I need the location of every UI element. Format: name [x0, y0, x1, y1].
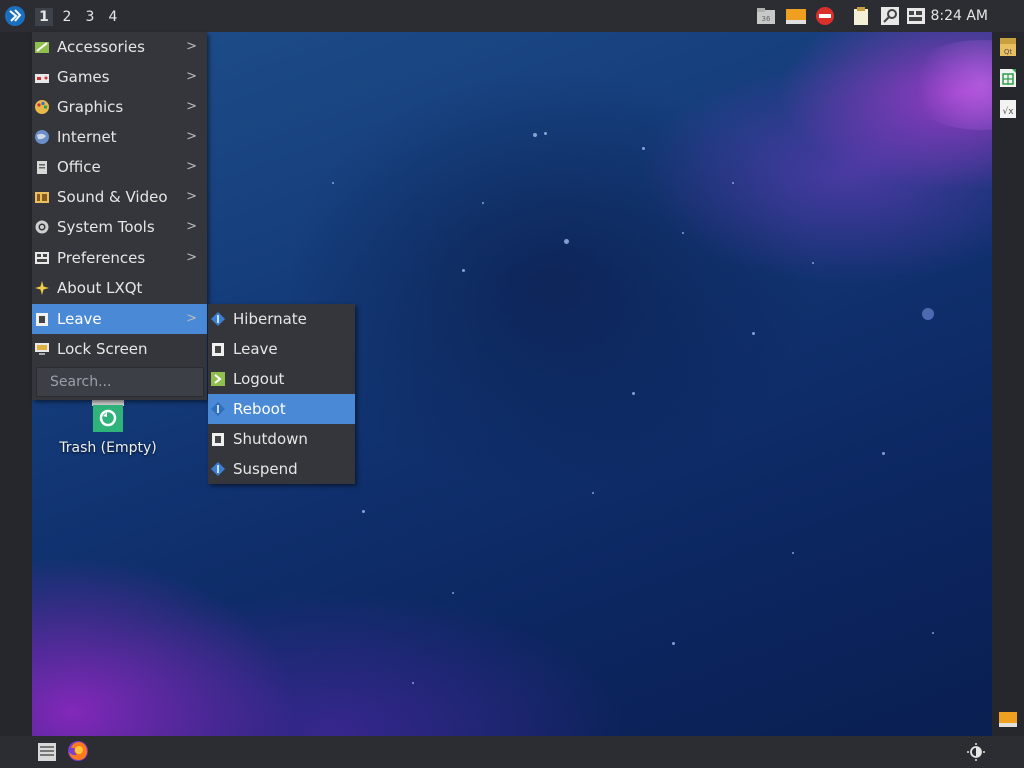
shutdown-icon — [212, 433, 224, 446]
chevron-right-icon: > — [186, 311, 197, 326]
menu-search-input[interactable]: Search... — [36, 367, 204, 397]
about-icon — [35, 281, 49, 295]
trash-label: Trash (Empty) — [59, 440, 157, 456]
graphics-icon — [35, 100, 49, 114]
show-desktop-icon[interactable] — [37, 741, 57, 763]
leave-icon — [36, 313, 48, 326]
bottom-panel — [0, 736, 1024, 768]
workspace-2[interactable]: 2 — [58, 8, 76, 26]
top-panel: 1 2 3 4 36 8:24 AM — [0, 0, 1024, 32]
leave-icon — [212, 343, 224, 356]
menu-item-leave[interactable]: Leave > — [32, 304, 207, 334]
lock-screen-icon — [35, 343, 49, 355]
chevron-right-icon: > — [186, 219, 197, 234]
clock[interactable]: 8:24 AM — [930, 8, 988, 24]
games-icon — [35, 74, 49, 83]
logout-icon — [211, 372, 225, 386]
workspace-4[interactable]: 4 — [104, 8, 122, 26]
qt-designer-icon[interactable]: Qt — [998, 36, 1018, 58]
clipboard-icon[interactable] — [851, 6, 871, 26]
keyboard-icon[interactable] — [906, 6, 926, 26]
office-icon — [37, 161, 47, 174]
trash-icon — [92, 400, 124, 432]
accessories-icon — [35, 42, 49, 53]
chevron-right-icon: > — [186, 129, 197, 144]
svg-text:Qt: Qt — [1004, 48, 1013, 56]
drive-icon[interactable] — [786, 6, 806, 26]
stop-icon[interactable] — [815, 6, 835, 26]
suspend-icon — [211, 462, 225, 476]
submenu-item-leave[interactable]: Leave — [208, 334, 355, 364]
workspace-1[interactable]: 1 — [35, 8, 53, 26]
submenu-item-suspend[interactable]: Suspend — [208, 454, 355, 484]
chevron-right-icon: > — [186, 39, 197, 54]
reboot-icon — [211, 402, 225, 416]
right-dock: Qt √x — [992, 32, 1024, 736]
submenu-item-shutdown[interactable]: Shutdown — [208, 424, 355, 454]
menu-item-sound-video[interactable]: Sound & Video > — [32, 182, 207, 212]
menu-item-accessories[interactable]: Accessories > — [32, 32, 207, 62]
chevron-right-icon: > — [186, 99, 197, 114]
menu-item-lock-screen[interactable]: Lock Screen — [32, 334, 207, 364]
chevron-right-icon: > — [186, 69, 197, 84]
brightness-icon[interactable] — [966, 742, 986, 762]
system-tools-icon — [35, 220, 49, 234]
menu-item-office[interactable]: Office > — [32, 152, 207, 182]
sound-video-icon — [35, 192, 49, 203]
svg-text:36: 36 — [762, 15, 771, 23]
chevron-right-icon: > — [186, 159, 197, 174]
spreadsheet-icon[interactable] — [998, 67, 1018, 89]
trash-desktop-icon[interactable]: Trash (Empty) — [58, 398, 158, 456]
lxqt-menu-icon[interactable] — [4, 5, 26, 27]
leave-submenu: Hibernate Leave Logout Reboot Shutdown S… — [208, 304, 355, 484]
left-panel-strip — [0, 32, 32, 736]
svg-text:√x: √x — [1002, 106, 1014, 117]
formula-icon[interactable]: √x — [998, 98, 1018, 120]
chevron-right-icon: > — [186, 250, 197, 265]
hibernate-icon — [211, 312, 225, 326]
menu-item-preferences[interactable]: Preferences > — [32, 243, 207, 273]
search-tool-icon[interactable] — [880, 6, 900, 26]
chevron-right-icon: > — [186, 189, 197, 204]
menu-item-games[interactable]: Games > — [32, 62, 207, 92]
drive-icon[interactable] — [998, 708, 1018, 730]
preferences-icon — [35, 252, 49, 264]
menu-item-about-lxqt[interactable]: About LXQt — [32, 273, 207, 303]
menu-item-internet[interactable]: Internet > — [32, 122, 207, 152]
firefox-icon[interactable] — [67, 740, 89, 762]
application-menu: Accessories > Games > Graphics > Interne… — [32, 32, 207, 400]
menu-item-graphics[interactable]: Graphics > — [32, 92, 207, 122]
internet-icon — [35, 130, 49, 144]
submenu-item-logout[interactable]: Logout — [208, 364, 355, 394]
file-manager-icon[interactable]: 36 — [756, 6, 776, 26]
workspace-3[interactable]: 3 — [81, 8, 99, 26]
menu-item-system-tools[interactable]: System Tools > — [32, 212, 207, 242]
submenu-item-hibernate[interactable]: Hibernate — [208, 304, 355, 334]
submenu-item-reboot[interactable]: Reboot — [208, 394, 355, 424]
